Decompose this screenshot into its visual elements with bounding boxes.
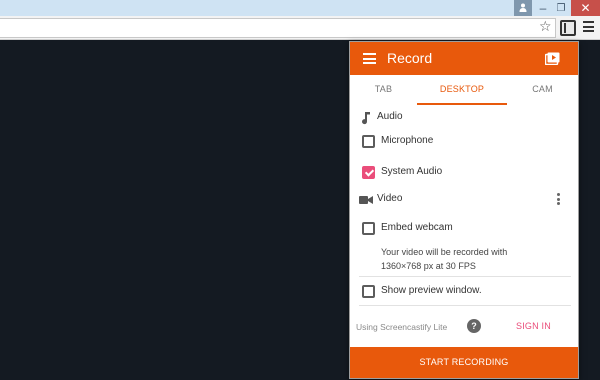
address-bar[interactable] [0,18,556,38]
audio-section-header: Audio [350,107,578,129]
screencastify-popup: Record TAB DESKTOP CAM Audio Microphone … [349,41,579,379]
footer-divider [359,305,571,306]
hamburger-icon[interactable] [363,53,376,64]
show-preview-checkbox[interactable] [362,285,375,298]
microphone-option[interactable]: Microphone [350,131,578,153]
film-strip-icon[interactable] [560,20,576,36]
show-preview-label[interactable]: Show preview window. [381,285,482,296]
bookmark-star-icon[interactable]: ☆ [539,19,552,33]
help-icon[interactable]: ? [467,319,481,333]
sign-in-link[interactable]: SIGN IN [516,321,551,331]
audio-section-label: Audio [377,111,403,122]
system-audio-checkbox[interactable] [362,166,375,179]
video-library-icon[interactable] [544,52,560,66]
more-options-icon[interactable] [557,193,561,206]
popup-title: Record [387,50,433,66]
popup-header: Record [350,42,578,75]
person-icon [519,3,527,14]
browser-toolbar: ☆ [0,16,600,40]
music-note-icon [359,111,373,125]
system-audio-label[interactable]: System Audio [381,166,442,177]
recording-info-line-2: 1360×768 px at 30 FPS [381,261,476,271]
microphone-label[interactable]: Microphone [381,135,433,146]
microphone-checkbox[interactable] [362,135,375,148]
video-camera-icon [359,193,373,207]
tab-tab[interactable]: TAB [350,75,417,105]
browser-menu-icon[interactable] [583,21,594,32]
system-audio-option[interactable]: System Audio [350,162,578,184]
embed-webcam-label[interactable]: Embed webcam [381,222,453,233]
maximize-button[interactable]: ❐ [552,0,570,16]
section-divider [359,276,571,277]
record-tabs: TAB DESKTOP CAM [350,75,578,105]
lite-version-text: Using Screencastify Lite [356,322,448,332]
window-titlebar: – ❐ ✕ [0,0,600,16]
video-section-label: Video [377,193,403,204]
video-section-header: Video [350,189,578,211]
embed-webcam-option[interactable]: Embed webcam [350,218,578,240]
minimize-button[interactable]: – [534,0,552,16]
embed-webcam-checkbox[interactable] [362,222,375,235]
tab-desktop[interactable]: DESKTOP [417,75,507,105]
tab-cam[interactable]: CAM [507,75,578,105]
show-preview-option[interactable]: Show preview window. [350,281,578,303]
start-recording-button[interactable]: START RECORDING [350,347,578,378]
recording-info-line-1: Your video will be recorded with [381,247,508,257]
close-window-button[interactable]: ✕ [571,0,600,16]
profile-button[interactable] [514,0,532,16]
